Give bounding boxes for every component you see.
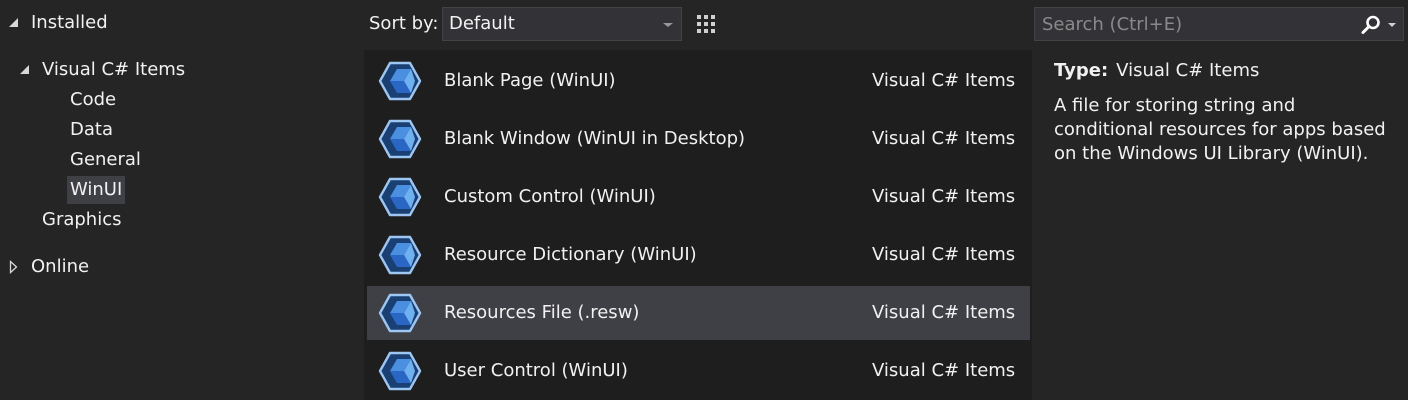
- expanded-arrow-icon[interactable]: [9, 18, 18, 27]
- template-type: Type: Visual C# Items: [1054, 58, 1259, 84]
- template-item[interactable]: Resources File (.resw) Visual C# Items: [367, 286, 1030, 340]
- search-input[interactable]: [1035, 8, 1355, 40]
- search-box: [1034, 7, 1404, 41]
- template-name: Custom Control (WinUI): [444, 186, 656, 207]
- grid-view-icon: [690, 8, 722, 40]
- tree-node-label: Graphics: [42, 209, 122, 230]
- tree-node-graphics[interactable]: Graphics: [39, 206, 125, 234]
- winui-template-icon: [378, 235, 422, 275]
- template-name: Blank Window (WinUI in Desktop): [444, 128, 746, 149]
- winui-template-icon: [378, 177, 422, 217]
- expanded-arrow-icon[interactable]: [20, 65, 29, 74]
- sort-by-dropdown[interactable]: Default: [442, 7, 682, 41]
- template-item[interactable]: Resource Dictionary (WinUI) Visual C# Ite…: [367, 228, 1030, 282]
- template-name: Resource Dictionary (WinUI): [444, 244, 697, 265]
- template-item[interactable]: Blank Page (WinUI) Visual C# Items: [367, 54, 1030, 108]
- winui-template-icon: [378, 61, 422, 101]
- template-item[interactable]: User Control (WinUI) Visual C# Items: [367, 344, 1030, 398]
- chevron-down-icon: [663, 23, 673, 27]
- tree-node-label: Visual C# Items: [42, 59, 186, 80]
- template-category: Visual C# Items: [872, 360, 1016, 381]
- template-item[interactable]: Blank Window (WinUI in Desktop) Visual C#…: [367, 112, 1030, 166]
- template-category: Visual C# Items: [872, 186, 1016, 207]
- winui-template-icon: [378, 119, 422, 159]
- tree-node-general[interactable]: General: [67, 146, 144, 174]
- type-value: Visual C# Items: [1116, 60, 1260, 81]
- tree-node-label: Data: [70, 119, 113, 140]
- tree-node-label: Online: [31, 256, 90, 277]
- small-icons-view-button[interactable]: [690, 8, 722, 40]
- winui-template-icon: [378, 351, 422, 391]
- template-category-tree: Installed Visual C# Items Code Data Gene…: [0, 0, 364, 400]
- tree-node-winui[interactable]: WinUI: [67, 176, 126, 204]
- winui-template-icon: [378, 293, 422, 333]
- template-description: A file for storing string and conditiona…: [1054, 95, 1386, 164]
- template-item[interactable]: Custom Control (WinUI) Visual C# Items: [367, 170, 1030, 224]
- tree-node-code[interactable]: Code: [67, 86, 119, 114]
- template-toolbar: Sort by: Default: [364, 0, 1396, 400]
- sort-by-value: Default: [449, 13, 515, 34]
- collapsed-arrow-icon[interactable]: [9, 260, 18, 274]
- search-options-dropdown-icon[interactable]: [1388, 23, 1396, 27]
- details-pane: Type: Visual C# Items A file for storing …: [1032, 0, 1408, 400]
- template-name: Blank Page (WinUI): [444, 70, 616, 91]
- template-category: Visual C# Items: [872, 244, 1016, 265]
- tree-node-label: Installed: [31, 12, 108, 33]
- type-label: Type:: [1054, 60, 1109, 81]
- template-category: Visual C# Items: [872, 70, 1016, 91]
- sort-by-label: Sort by:: [369, 13, 439, 34]
- template-name: User Control (WinUI): [444, 360, 628, 381]
- tree-node-label: General: [70, 149, 141, 170]
- template-category: Visual C# Items: [872, 128, 1016, 149]
- search-icon[interactable]: [1360, 14, 1382, 36]
- tree-node-label: WinUI: [67, 176, 126, 204]
- template-category: Visual C# Items: [872, 302, 1016, 323]
- template-name: Resources File (.resw): [444, 302, 640, 323]
- tree-node-label: Code: [70, 89, 117, 110]
- tree-node-data[interactable]: Data: [67, 116, 116, 144]
- template-list: Blank Page (WinUI) Visual C# Items Blank W…: [364, 50, 1032, 400]
